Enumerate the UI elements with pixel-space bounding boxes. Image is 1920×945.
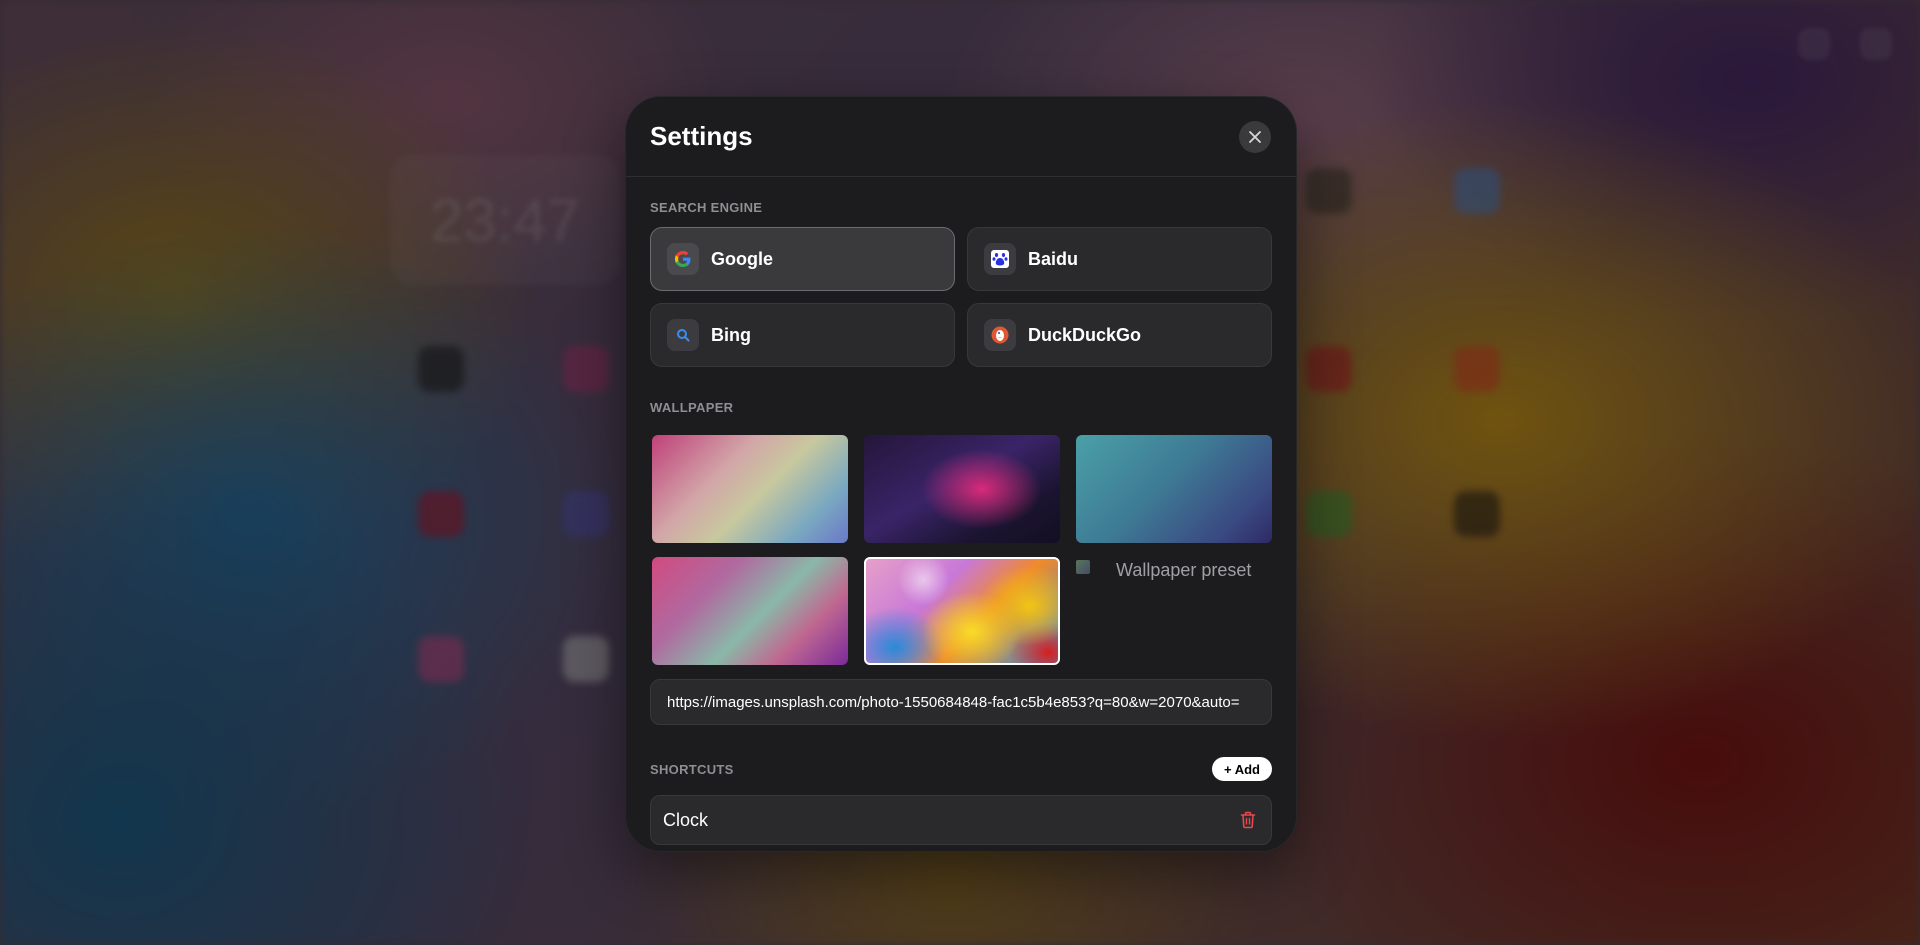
- wallpaper-url-input[interactable]: [650, 679, 1272, 725]
- search-engine-grid: Google Baidu Bing DuckDuckGo: [650, 227, 1272, 367]
- baidu-icon: [984, 243, 1016, 275]
- modal-body: SEARCH ENGINE Google Baidu Bing DuckDuck…: [626, 200, 1296, 845]
- shortcut-name: Clock: [663, 809, 709, 830]
- shortcuts-header: SHORTCUTS + Add: [650, 757, 1272, 781]
- wallpaper-alt-text: Wallpaper preset: [1116, 560, 1252, 580]
- engine-name: Google: [711, 248, 773, 269]
- wallpaper-option[interactable]: [1076, 435, 1272, 543]
- wallpaper-option[interactable]: [652, 435, 848, 543]
- wallpaper-option[interactable]: Wallpaper preset: [1076, 557, 1272, 665]
- add-shortcut-button[interactable]: + Add: [1212, 757, 1272, 781]
- engine-name: Baidu: [1028, 248, 1079, 269]
- engine-option-google[interactable]: Google: [650, 227, 955, 291]
- google-icon: [667, 243, 699, 275]
- duckduckgo-icon: [984, 319, 1016, 351]
- engine-option-bing[interactable]: Bing: [650, 303, 955, 367]
- settings-modal: Settings SEARCH ENGINE Google Baidu Bing…: [625, 96, 1297, 852]
- engine-name: DuckDuckGo: [1028, 324, 1142, 345]
- wallpaper-option-selected[interactable]: [864, 557, 1060, 665]
- modal-title: Settings: [650, 121, 753, 151]
- search-engine-label: SEARCH ENGINE: [650, 200, 763, 215]
- wallpaper-option[interactable]: [652, 557, 848, 665]
- shortcut-item: Clock: [650, 795, 1272, 845]
- engine-option-duckduckgo[interactable]: DuckDuckGo: [967, 303, 1272, 367]
- wallpaper-grid: Wallpaper preset: [650, 435, 1272, 665]
- delete-shortcut-button[interactable]: [1237, 809, 1259, 831]
- trash-icon: [1240, 811, 1256, 829]
- wallpaper-option[interactable]: [864, 435, 1060, 543]
- shortcuts-label: SHORTCUTS: [650, 761, 734, 777]
- search-icon: [667, 319, 699, 351]
- engine-option-baidu[interactable]: Baidu: [967, 227, 1272, 291]
- broken-image-icon: [1076, 560, 1090, 574]
- modal-header: Settings: [626, 97, 1296, 177]
- wallpaper-label: WALLPAPER: [650, 400, 734, 415]
- engine-name: Bing: [711, 324, 751, 345]
- close-icon: [1249, 130, 1261, 143]
- close-button[interactable]: [1239, 120, 1271, 153]
